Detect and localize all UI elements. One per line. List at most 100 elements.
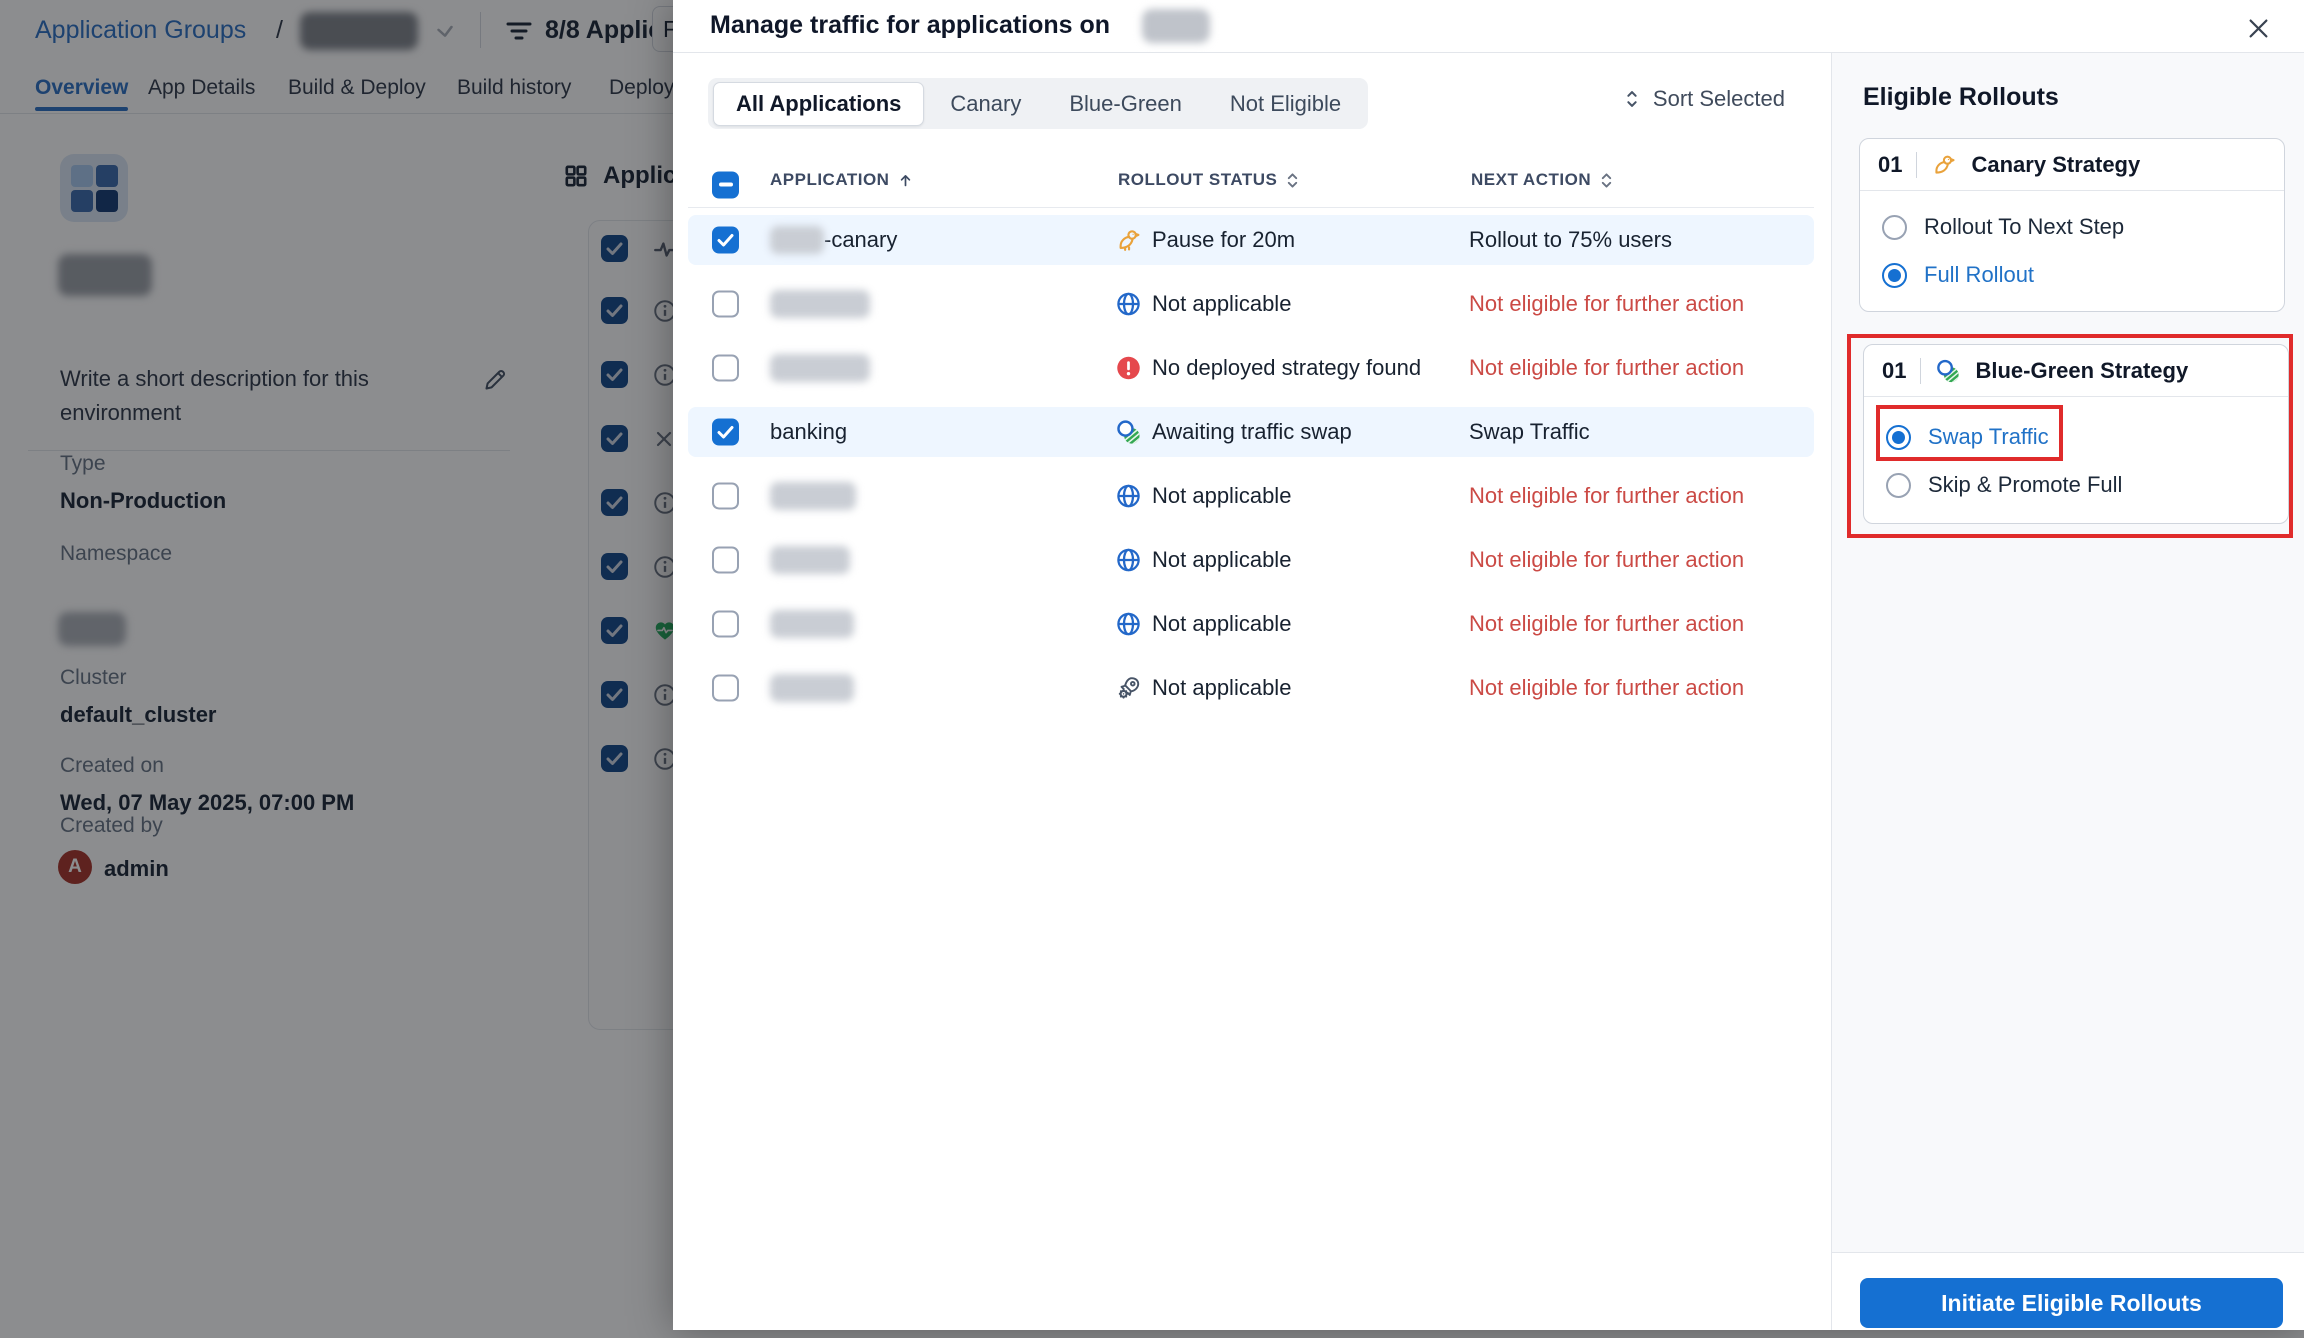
next-action: Not eligible for further action — [1469, 547, 1745, 572]
strategy-name: Canary Strategy — [1971, 151, 2141, 177]
name-blurred — [770, 354, 870, 382]
tab-canary[interactable]: Canary — [928, 83, 1043, 125]
globe-icon — [1115, 483, 1142, 510]
option-label: Swap Traffic — [1928, 424, 2049, 449]
panel-title: Eligible Rollouts — [1863, 83, 2059, 111]
rollout-status: Not applicable — [1152, 611, 1292, 636]
sort-both-icon — [1288, 172, 1298, 188]
sort-vertical-icon — [1621, 88, 1643, 110]
next-action: Not eligible for further action — [1469, 611, 1745, 636]
application-name — [770, 674, 854, 702]
eligible-rollouts-panel: Eligible Rollouts 01 Canary Strategy Rol… — [1831, 53, 2304, 1330]
blue-green-icon — [1115, 419, 1142, 446]
column-application[interactable]: APPLICATION — [770, 170, 914, 190]
radio-unselected[interactable] — [1882, 214, 1907, 240]
manage-traffic-modal: Manage traffic for applications on All A… — [673, 0, 2304, 1330]
table-header: APPLICATION ROLLOUT STATUS NEXT ACTION — [688, 162, 1814, 208]
next-action: Not eligible for further action — [1469, 483, 1745, 508]
table-row[interactable]: banking Awaiting traffic swap Swap Traff… — [688, 407, 1814, 457]
blue-green-icon — [1935, 358, 1961, 384]
panel-footer: Initiate Eligible Rollouts — [1832, 1252, 2304, 1330]
name-blurred — [770, 674, 854, 702]
application-name: -canary — [770, 226, 897, 254]
globe-icon — [1115, 547, 1142, 574]
sort-asc-icon — [901, 174, 911, 186]
row-checkbox[interactable] — [712, 546, 739, 574]
initiate-eligible-rollouts-button[interactable]: Initiate Eligible Rollouts — [1860, 1278, 2283, 1328]
canary-strategy-card: 01 Canary Strategy Rollout To Next Step … — [1859, 138, 2285, 312]
name-blurred — [770, 226, 824, 254]
table-row[interactable]: Not applicable Not eligible for further … — [688, 663, 1814, 713]
option-full-rollout[interactable]: Full Rollout — [1860, 251, 2284, 299]
next-action: Swap Traffic — [1469, 419, 1590, 444]
table-row[interactable]: Not applicable Not eligible for further … — [688, 535, 1814, 585]
application-name — [770, 354, 870, 382]
row-checkbox[interactable] — [712, 674, 739, 702]
next-action: Not eligible for further action — [1469, 675, 1745, 700]
table-row[interactable]: No deployed strategy found Not eligible … — [688, 343, 1814, 393]
name-blurred — [770, 290, 870, 318]
next-action: Rollout to 75% users — [1469, 227, 1672, 252]
table-row[interactable]: Not applicable Not eligible for further … — [688, 471, 1814, 521]
application-name — [770, 482, 856, 510]
option-label: Full Rollout — [1924, 262, 2035, 287]
error-icon — [1115, 355, 1142, 382]
next-action: Not eligible for further action — [1469, 291, 1745, 316]
blue-green-strategy-card: 01 Blue-Green Strategy Swap Traffic Skip… — [1863, 344, 2289, 524]
application-filter-tabs: All Applications Canary Blue-Green Not E… — [708, 78, 1369, 129]
row-checkbox[interactable] — [712, 482, 739, 510]
strategy-name: Blue-Green Strategy — [1975, 357, 2189, 383]
modal-main: All Applications Canary Blue-Green Not E… — [673, 53, 1831, 1330]
application-name — [770, 610, 854, 638]
app-root: Application Groups / 8/8 Applications F … — [0, 0, 2304, 1338]
application-name — [770, 290, 870, 318]
globe-icon — [1115, 611, 1142, 638]
rollout-status: Not applicable — [1152, 483, 1292, 508]
select-all-checkbox[interactable] — [712, 171, 739, 198]
application-name: banking — [770, 419, 848, 444]
radio-selected[interactable] — [1882, 262, 1907, 288]
table-row[interactable]: Not applicable Not eligible for further … — [688, 599, 1814, 649]
option-label: Rollout To Next Step — [1924, 214, 2125, 239]
tab-blue-green[interactable]: Blue-Green — [1047, 83, 1204, 125]
column-rollout-status[interactable]: ROLLOUT STATUS — [1118, 170, 1300, 190]
rollout-status: Pause for 20m — [1152, 227, 1296, 252]
application-name — [770, 546, 850, 574]
sort-selected-button[interactable]: Sort Selected — [1621, 86, 1785, 112]
tab-all-applications[interactable]: All Applications — [713, 81, 925, 126]
modal-header: Manage traffic for applications on — [673, 0, 2304, 53]
radio-selected[interactable] — [1886, 424, 1911, 450]
next-action: Not eligible for further action — [1469, 355, 1745, 380]
row-checkbox[interactable] — [712, 290, 739, 318]
globe-icon — [1115, 291, 1142, 318]
option-rollout-to-next-step[interactable]: Rollout To Next Step — [1860, 203, 2284, 251]
blue-green-strategy-header: 01 Blue-Green Strategy — [1864, 345, 2288, 397]
tab-not-eligible[interactable]: Not Eligible — [1208, 83, 1363, 125]
name-blurred — [770, 546, 850, 574]
row-checkbox[interactable] — [712, 610, 739, 638]
canary-icon — [1115, 227, 1142, 254]
canary-strategy-header: 01 Canary Strategy — [1860, 139, 2284, 191]
option-swap-traffic[interactable]: Swap Traffic — [1864, 413, 2288, 461]
rollout-status: Not applicable — [1152, 675, 1292, 700]
close-icon[interactable] — [2242, 12, 2274, 44]
rocket-gear-icon — [1115, 675, 1142, 702]
strategy-index: 01 — [1882, 357, 1907, 383]
row-checkbox[interactable] — [712, 354, 739, 382]
rollout-status: Not applicable — [1152, 547, 1292, 572]
row-checkbox[interactable] — [712, 418, 739, 446]
option-label: Skip & Promote Full — [1928, 472, 2123, 497]
rollout-status: Not applicable — [1152, 291, 1292, 316]
canary-icon — [1931, 152, 1957, 178]
environment-name-blurred — [1142, 9, 1210, 43]
annotation-box-blue-green: 01 Blue-Green Strategy Swap Traffic Skip… — [1847, 334, 2293, 538]
table-row[interactable]: Not applicable Not eligible for further … — [688, 279, 1814, 329]
column-next-action[interactable]: NEXT ACTION — [1471, 170, 1614, 190]
radio-unselected[interactable] — [1886, 472, 1911, 498]
divider — [1920, 357, 1922, 384]
row-checkbox[interactable] — [712, 226, 739, 254]
divider — [1916, 151, 1918, 178]
name-blurred — [770, 610, 854, 638]
option-skip-promote-full[interactable]: Skip & Promote Full — [1864, 461, 2288, 509]
table-row[interactable]: -canary Pause for 20m Rollout to 75% use… — [688, 215, 1814, 265]
